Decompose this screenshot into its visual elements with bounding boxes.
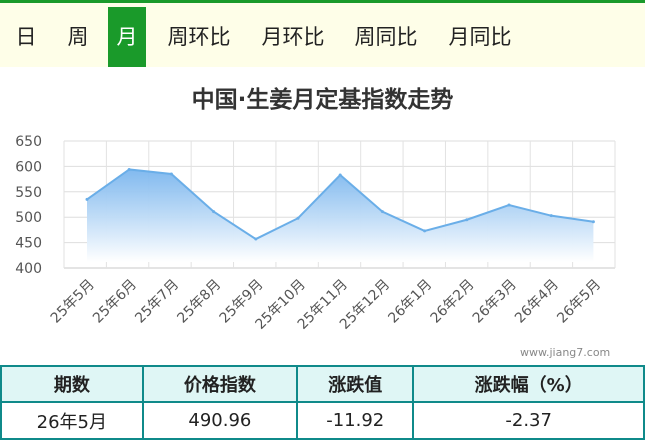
data-point-26年1月 bbox=[423, 229, 427, 233]
x-tick-label: 26年1月 bbox=[385, 277, 435, 327]
area-series bbox=[85, 167, 595, 262]
x-tick-label: 25年5月 bbox=[48, 277, 98, 327]
data-point-25年11月 bbox=[338, 173, 342, 177]
header-change-value: 涨跌值 bbox=[296, 365, 415, 403]
data-point-25年12月 bbox=[380, 210, 384, 214]
watermark: www.jiang7.com bbox=[520, 346, 611, 359]
stats-data-row: 26年5月 490.96 -11.92 -2.37 bbox=[0, 401, 645, 440]
y-tick-label: 450 bbox=[15, 236, 42, 252]
stats-table: 期数 价格指数 涨跌值 涨跌幅（%） 26年5月 490.96 -11.92 -… bbox=[0, 365, 645, 440]
data-point-25年6月 bbox=[127, 167, 131, 171]
cell-period: 26年5月 bbox=[0, 401, 144, 440]
header-price-index: 价格指数 bbox=[141, 365, 299, 403]
x-tick-label: 26年2月 bbox=[428, 277, 478, 327]
header-period: 期数 bbox=[0, 365, 144, 403]
cell-change-value: -11.92 bbox=[296, 401, 415, 440]
y-tick-label: 600 bbox=[15, 159, 42, 175]
price-index-chart: 650600550500450400 25年5月25年6月25年7月25年8月2… bbox=[15, 134, 616, 333]
cell-price-index: 490.96 bbox=[141, 401, 299, 440]
x-axis-ticks: 25年5月25年6月25年7月25年8月25年9月25年10月25年11月25年… bbox=[48, 277, 604, 333]
data-point-25年7月 bbox=[169, 172, 173, 176]
data-point-25年5月 bbox=[85, 197, 89, 201]
y-tick-label: 550 bbox=[15, 185, 42, 201]
x-tick-label: 25年8月 bbox=[174, 277, 224, 327]
y-axis-ticks: 650 600 550 500 450 400 bbox=[15, 134, 42, 277]
x-tick-label: 26年4月 bbox=[512, 277, 562, 327]
cell-change-percent: -2.37 bbox=[412, 401, 645, 440]
y-tick-label: 650 bbox=[15, 134, 42, 150]
data-point-26年3月 bbox=[507, 203, 511, 207]
x-tick-label: 26年5月 bbox=[554, 277, 604, 327]
data-point-25年8月 bbox=[212, 210, 216, 214]
area-fill bbox=[87, 169, 594, 262]
x-tick-label: 26年3月 bbox=[470, 277, 520, 327]
data-point-25年9月 bbox=[254, 237, 258, 241]
data-point-26年2月 bbox=[465, 218, 469, 222]
data-point-26年5月 bbox=[591, 220, 595, 224]
data-point-25年10月 bbox=[296, 216, 300, 220]
y-tick-label: 500 bbox=[15, 210, 42, 226]
x-tick-label: 25年6月 bbox=[90, 277, 140, 327]
data-point-26年4月 bbox=[549, 214, 553, 218]
y-tick-label: 400 bbox=[15, 261, 42, 277]
header-change-percent: 涨跌幅（%） bbox=[412, 365, 645, 403]
stats-header-row: 期数 价格指数 涨跌值 涨跌幅（%） bbox=[0, 365, 645, 403]
x-tick-label: 25年7月 bbox=[132, 277, 182, 327]
